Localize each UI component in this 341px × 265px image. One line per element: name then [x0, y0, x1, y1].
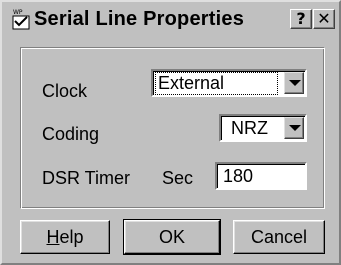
clock-select-value: External	[155, 72, 278, 95]
ok-button[interactable]: OK	[123, 219, 221, 255]
dsr-timer-label: DSR Timer	[42, 168, 131, 188]
dsr-timer-input[interactable]	[215, 162, 307, 190]
svg-text:WP: WP	[13, 9, 23, 16]
coding-select-value: NRZ	[231, 118, 268, 138]
dsr-timer-unit: Sec	[162, 168, 194, 188]
close-button[interactable]: ✕	[313, 9, 335, 29]
coding-select[interactable]: NRZ	[219, 114, 307, 142]
help-button-label: elp	[59, 227, 84, 247]
serial-app-icon: WP	[12, 9, 30, 30]
title-bar[interactable]: WP Serial Line Properties ? ✕	[4, 4, 337, 36]
help-mnemonic: H	[46, 227, 60, 247]
dialog-title: Serial Line Properties	[34, 8, 245, 30]
dialog-window: WP Serial Line Properties ? ✕ Clock Exte…	[0, 0, 341, 265]
coding-label: Coding	[42, 124, 100, 144]
help-button[interactable]: Help	[20, 220, 110, 254]
cancel-button[interactable]: Cancel	[233, 220, 325, 254]
chevron-down-icon[interactable]	[284, 72, 304, 94]
clock-label: Clock	[42, 81, 88, 101]
clock-select[interactable]: External	[151, 69, 307, 97]
chevron-down-icon[interactable]	[284, 117, 304, 139]
help-title-button[interactable]: ?	[290, 9, 312, 29]
